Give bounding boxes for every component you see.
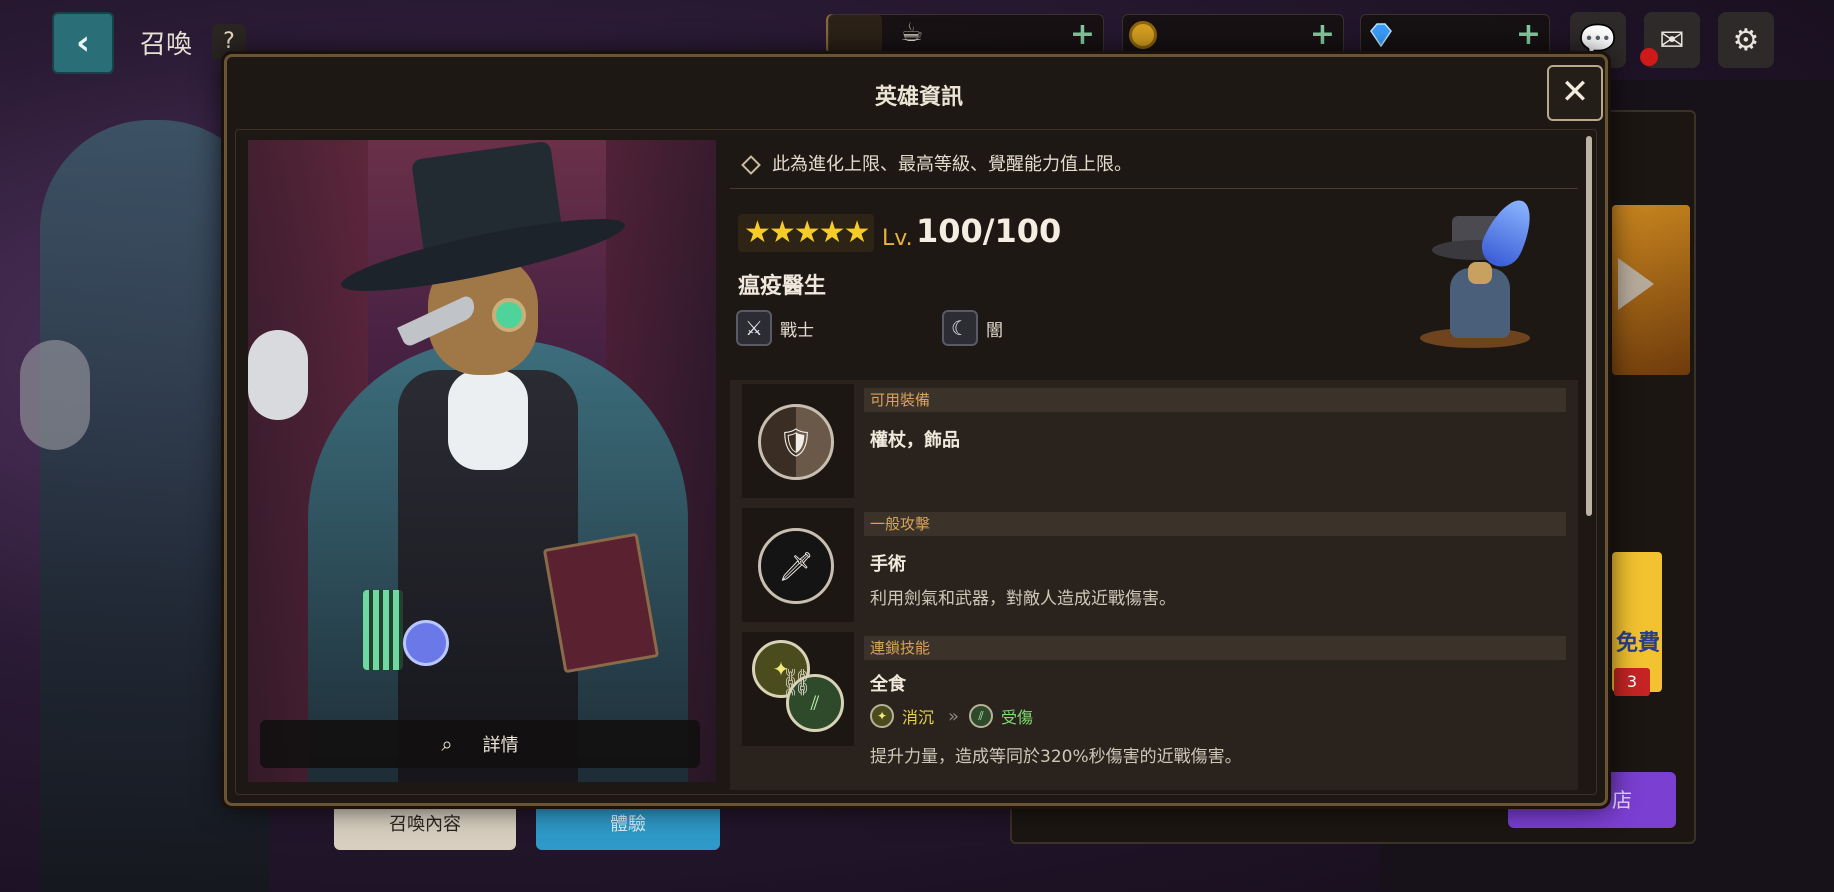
background-free-label: 免費 <box>1616 631 1661 656</box>
portrait-flask <box>403 620 449 666</box>
chain-skill-desc: 提升力量，造成等同於320%秒傷害的近戰傷害。 <box>870 747 1242 767</box>
chevron-left-icon: ‹ <box>75 23 90 63</box>
back-button[interactable]: ‹ <box>52 12 114 74</box>
add-gems-button[interactable]: + <box>1516 17 1541 52</box>
class-tag: ⚔ 戰士 <box>736 310 814 346</box>
normal-attack-header: 一般攻擊 <box>864 512 1566 536</box>
chat-bubble-icon: 💬 <box>1579 22 1617 58</box>
coffee-cup-icon: ☕ <box>900 18 924 48</box>
chain-link-icon: ⛓ <box>780 668 814 698</box>
normal-attack-icon-box: 🗡 <box>742 508 854 622</box>
hero-name: 瘟疫醫生 <box>738 274 827 299</box>
hero-portrait <box>248 140 716 782</box>
chain-skill-header: 連鎖技能 <box>864 636 1566 660</box>
chain-skill-icon-box: ✦ ⫽ ⛓ <box>742 632 854 746</box>
max-stats-note: 此為進化上限、最高等級、覺醒能力值上限。 <box>741 150 1132 176</box>
crescent-moon-icon: ☾ <box>942 310 978 346</box>
level-label: Lv. <box>882 226 913 251</box>
background-hero-hand <box>20 340 90 450</box>
hero-sprite <box>1380 192 1560 358</box>
portrait-vials <box>363 590 403 670</box>
diamond-bullet-icon <box>741 155 761 175</box>
add-gold-button[interactable]: + <box>1310 17 1335 52</box>
gear-icon: ⚙ <box>1732 22 1760 58</box>
sword-icon: 🗡 <box>758 528 834 604</box>
chain-skill-row: ✦ ⫽ ⛓ 連鎖技能 全食 ✦ 消沉 » ⫽ 受傷 提升力量，造成等同於320%… <box>742 632 1578 790</box>
portrait-goggle <box>492 298 526 332</box>
settings-button[interactable]: ⚙ <box>1718 12 1774 68</box>
equipment-header: 可用裝備 <box>864 388 1566 412</box>
equipment-types: 權杖，飾品 <box>870 430 960 451</box>
sprite-mask <box>1468 262 1492 284</box>
skill-list-scrollbar[interactable] <box>1586 136 1592 516</box>
detail-button[interactable]: ⌕ 詳情 <box>260 720 700 768</box>
next-arrow-icon <box>1618 258 1654 310</box>
skill-list[interactable]: 🛡 可用裝備 權杖，飾品 🗡 一般攻擊 手術 利用劍氣和武器，對敵人造成近戰傷害… <box>730 380 1578 790</box>
mail-icon: ✉ <box>1659 22 1685 58</box>
search-icon: ⌕ <box>441 732 453 756</box>
normal-attack-row: 🗡 一般攻擊 手術 利用劍氣和武器，對敵人造成近戰傷害。 <box>742 508 1578 624</box>
normal-attack-name: 手術 <box>870 554 906 575</box>
close-button[interactable]: ✕ <box>1547 65 1603 121</box>
resource-gems: + <box>1360 14 1550 56</box>
trial-button: 體驗 <box>536 800 720 850</box>
crossed-swords-icon: ⚔ <box>736 310 772 346</box>
resource-stamina: + <box>828 14 1104 56</box>
background-shop-label: 店 <box>1612 788 1632 812</box>
diamond-gem-icon <box>1367 21 1395 49</box>
downed-state-icon: ✦ <box>870 704 894 728</box>
hurt-state-icon: ⫽ <box>969 704 994 728</box>
notification-dot <box>1640 48 1658 66</box>
element-label: 闇 <box>986 320 1003 341</box>
chain-condition: ✦ 消沉 » ⫽ 受傷 <box>870 704 1033 728</box>
element-tag: ☾ 闇 <box>942 310 1003 346</box>
background-count-badge: 3 <box>1614 668 1650 696</box>
portrait-glove <box>248 330 308 420</box>
sword-shield-icon: 🛡 <box>758 404 834 480</box>
chain-skill-name: 全食 <box>870 674 906 695</box>
normal-attack-desc: 利用劍氣和武器，對敵人造成近戰傷害。 <box>870 589 1176 609</box>
resource-gold: + <box>1122 14 1344 56</box>
close-icon: ✕ <box>1560 72 1590 112</box>
portrait-collar <box>448 370 528 470</box>
star-rating: ★★★★★ <box>738 214 875 252</box>
equipment-icon-box: 🛡 <box>742 384 854 498</box>
summon-content-button: 召喚內容 <box>334 800 516 850</box>
screen-title: 召喚 <box>140 30 193 60</box>
gold-coin-icon <box>1129 21 1157 49</box>
modal-title: 英雄資訊 <box>874 85 963 110</box>
detail-label: 詳情 <box>482 735 519 756</box>
double-chevron-icon: » <box>948 705 959 727</box>
note-text: 此為進化上限、最高等級、覺醒能力值上限。 <box>772 154 1132 175</box>
class-label: 戰士 <box>780 320 814 341</box>
equipment-row: 🛡 可用裝備 權杖，飾品 <box>742 384 1578 500</box>
from-state-label: 消沉 <box>902 708 935 727</box>
level-value: 100/100 <box>916 212 1062 250</box>
add-stamina-button[interactable]: + <box>1070 17 1095 52</box>
divider <box>730 188 1578 189</box>
to-state-label: 受傷 <box>1001 708 1034 727</box>
